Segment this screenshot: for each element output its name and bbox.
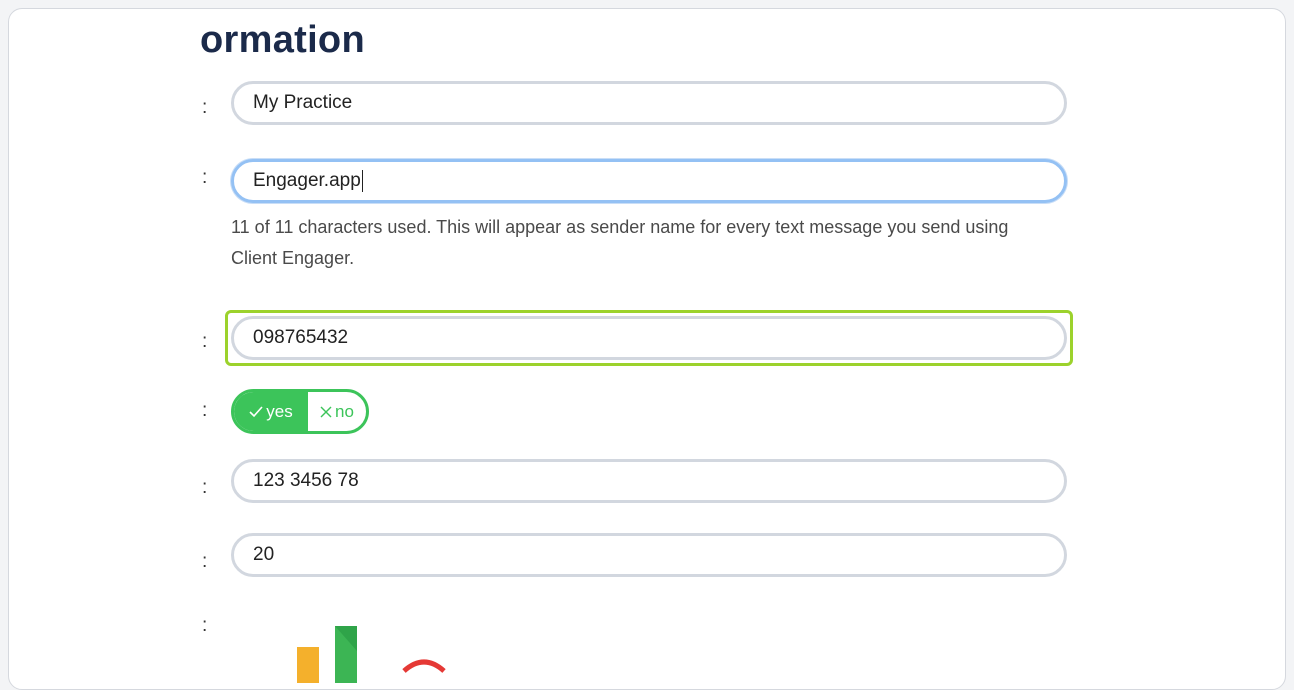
toggle-yes-label: yes: [266, 401, 293, 421]
phone-value: 098765432: [253, 327, 349, 348]
label-colon: :: [202, 97, 208, 118]
settings-card: ormation : My Practice : Engager.app 11 …: [8, 8, 1286, 690]
practice-name-value: My Practice: [253, 92, 353, 113]
label-colon: :: [202, 551, 208, 572]
section-heading: ormation: [200, 19, 365, 61]
toggle-no-option[interactable]: no: [308, 392, 366, 431]
sender-name-value: Engager.app: [253, 170, 361, 191]
number-input[interactable]: 123 3456 78: [231, 459, 1067, 503]
label-colon: :: [202, 615, 208, 636]
label-colon: :: [202, 331, 208, 352]
number-value: 123 3456 78: [253, 470, 359, 491]
label-colon: :: [202, 477, 208, 498]
label-colon: :: [202, 400, 208, 421]
amount-value: 20: [253, 544, 275, 565]
sender-help-text: 11 of 11 characters used. This will appe…: [231, 217, 1009, 268]
practice-name-input[interactable]: My Practice: [231, 81, 1067, 125]
sender-name-input[interactable]: Engager.app: [231, 159, 1067, 203]
label-colon: :: [202, 167, 208, 188]
toggle-yes-option[interactable]: yes: [234, 392, 308, 431]
logo-bars-icon: [297, 626, 446, 683]
toggle-no-label: no: [335, 401, 354, 421]
phone-input[interactable]: 098765432: [231, 316, 1067, 360]
amount-input[interactable]: 20: [231, 533, 1067, 577]
check-icon: [249, 405, 263, 417]
text-caret: [361, 170, 363, 192]
yes-no-toggle[interactable]: yes no: [231, 389, 369, 434]
x-icon: [320, 406, 332, 417]
